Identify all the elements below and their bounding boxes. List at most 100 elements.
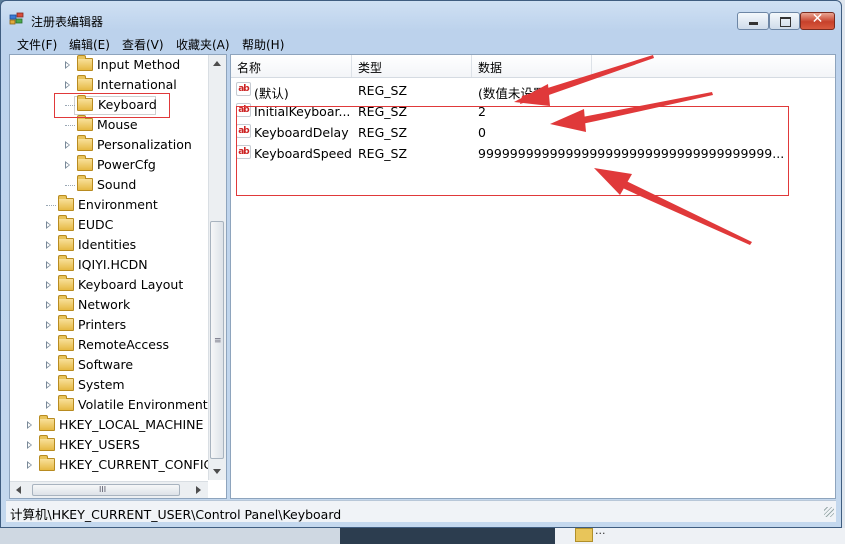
status-bar: 计算机\HKEY_CURRENT_USER\Control Panel\Keyb… [6,500,836,522]
folder-icon [58,295,74,311]
expand-arrow-icon[interactable] [46,261,51,269]
background-window-dark [340,528,555,544]
expand-arrow-icon[interactable] [46,221,51,229]
tree-item-powercfg[interactable]: PowerCfg [10,155,208,175]
expand-arrow-icon[interactable] [27,421,32,429]
expand-arrow-icon[interactable] [46,301,51,309]
column-header-type[interactable]: 类型 [358,59,382,76]
folder-icon [58,235,74,251]
tree-item-label: System [78,377,125,392]
folder-icon [39,435,55,451]
expand-arrow-icon[interactable] [46,381,51,389]
column-divider[interactable] [471,55,472,77]
tree-item-personalization[interactable]: Personalization [10,135,208,155]
expand-arrow-icon[interactable] [65,81,70,89]
folder-icon [58,195,74,211]
tree-item-keyboard-layout[interactable]: Keyboard Layout [10,275,208,295]
tree-item-environment[interactable]: Environment [10,195,208,215]
tree-connector [46,205,56,206]
folder-icon [77,75,93,91]
tree-item-printers[interactable]: Printers [10,315,208,335]
tree-item-label: EUDC [78,217,114,232]
tree-item-system[interactable]: System [10,375,208,395]
folder-icon [77,155,93,171]
tree-connector [65,125,75,126]
registry-key-tree[interactable]: Input Method International Keyboard Mous… [9,54,227,499]
tree-item-hkey-local-machine[interactable]: HKEY_LOCAL_MACHINE [10,415,208,435]
tree-item-label: PowerCfg [97,157,156,172]
tree-item-volatile-environment[interactable]: Volatile Environment [10,395,208,415]
folder-icon [58,355,74,371]
folder-icon [77,115,93,131]
scroll-down-arrow-icon[interactable] [213,469,221,474]
tree-item-remoteaccess[interactable]: RemoteAccess [10,335,208,355]
column-divider[interactable] [591,55,592,77]
tree-item-label: HKEY_CURRENT_CONFIG [59,457,214,472]
expand-arrow-icon[interactable] [46,401,51,409]
menu-file[interactable]: 文件(F) [17,36,57,53]
menu-help[interactable]: 帮助(H) [242,36,284,53]
tree-horizontal-scrollbar[interactable]: III [10,481,208,498]
menu-favorites[interactable]: 收藏夹(A) [176,36,230,53]
scroll-thumb[interactable]: ≡ [210,221,224,459]
tree-item-label: IQIYI.HCDN [78,257,148,272]
scroll-right-arrow-icon[interactable] [196,486,201,494]
tree-item-label: Volatile Environment [78,397,208,412]
status-path: 计算机\HKEY_CURRENT_USER\Control Panel\Keyb… [10,507,342,522]
tree-item-label: Input Method [97,57,181,72]
title-bar[interactable]: 注册表编辑器 ✕ [1,1,841,35]
tree-item-label: Keyboard Layout [78,277,184,292]
expand-arrow-icon[interactable] [46,361,51,369]
expand-arrow-icon[interactable] [46,341,51,349]
tree-item-label: Personalization [97,137,192,152]
value-row-default[interactable]: ab (默认) REG_SZ (数值未设置) [231,80,835,101]
grip-icon: ≡ [214,336,222,346]
minimize-button[interactable] [737,12,769,30]
tree-item-hkey-current-config[interactable]: HKEY_CURRENT_CONFIG [10,455,213,475]
maximize-button[interactable] [769,12,800,30]
scroll-left-arrow-icon[interactable] [16,486,21,494]
expand-arrow-icon[interactable] [46,281,51,289]
folder-icon [58,335,74,351]
tree-item-identities[interactable]: Identities [10,235,208,255]
tree-item-hkey-users[interactable]: HKEY_USERS [10,435,208,455]
column-header-data[interactable]: 数据 [478,59,502,76]
expand-arrow-icon[interactable] [65,161,70,169]
scroll-thumb[interactable]: III [32,484,180,496]
expand-arrow-icon[interactable] [65,141,70,149]
tree-item-input-method[interactable]: Input Method [10,55,208,75]
folder-icon [58,275,74,291]
menu-view[interactable]: 查看(V) [122,36,164,53]
tree-item-label: HKEY_LOCAL_MACHINE [59,417,204,432]
column-divider[interactable] [351,55,352,77]
registry-values-list[interactable]: 名称 类型 数据 ab (默认) REG_SZ (数值未设置) ab Initi… [230,54,836,499]
tree-item-mouse[interactable]: Mouse [10,115,208,135]
tree-item-sound[interactable]: Sound [10,175,208,195]
desktop-background-bottom: ... [0,524,845,544]
expand-arrow-icon[interactable] [46,241,51,249]
scroll-up-arrow-icon[interactable] [213,61,221,66]
tree-item-label: Software [78,357,134,372]
expand-arrow-icon[interactable] [27,441,32,449]
tree-item-network[interactable]: Network [10,295,208,315]
minimize-icon [749,22,758,25]
close-icon: ✕ [811,11,824,27]
expand-arrow-icon[interactable] [27,461,32,469]
close-button[interactable]: ✕ [800,11,835,30]
folder-icon [39,415,55,431]
folder-icon [77,135,93,151]
tree-item-label: Identities [78,237,137,252]
resize-grip-icon[interactable] [824,507,834,517]
tree-item-eudc[interactable]: EUDC [10,215,208,235]
folder-icon [77,55,93,71]
tree-item-iqiyi-hcdn[interactable]: IQIYI.HCDN [10,255,208,275]
tree-vertical-scrollbar[interactable]: ≡ [208,55,226,480]
tree-item-software[interactable]: Software [10,355,208,375]
menu-edit[interactable]: 编辑(E) [69,36,110,53]
list-header: 名称 类型 数据 [231,55,835,78]
tree-item-label: HKEY_USERS [59,437,140,452]
expand-arrow-icon[interactable] [46,321,51,329]
expand-arrow-icon[interactable] [65,61,70,69]
column-header-name[interactable]: 名称 [237,59,261,76]
tree-item-international[interactable]: International [10,75,208,95]
